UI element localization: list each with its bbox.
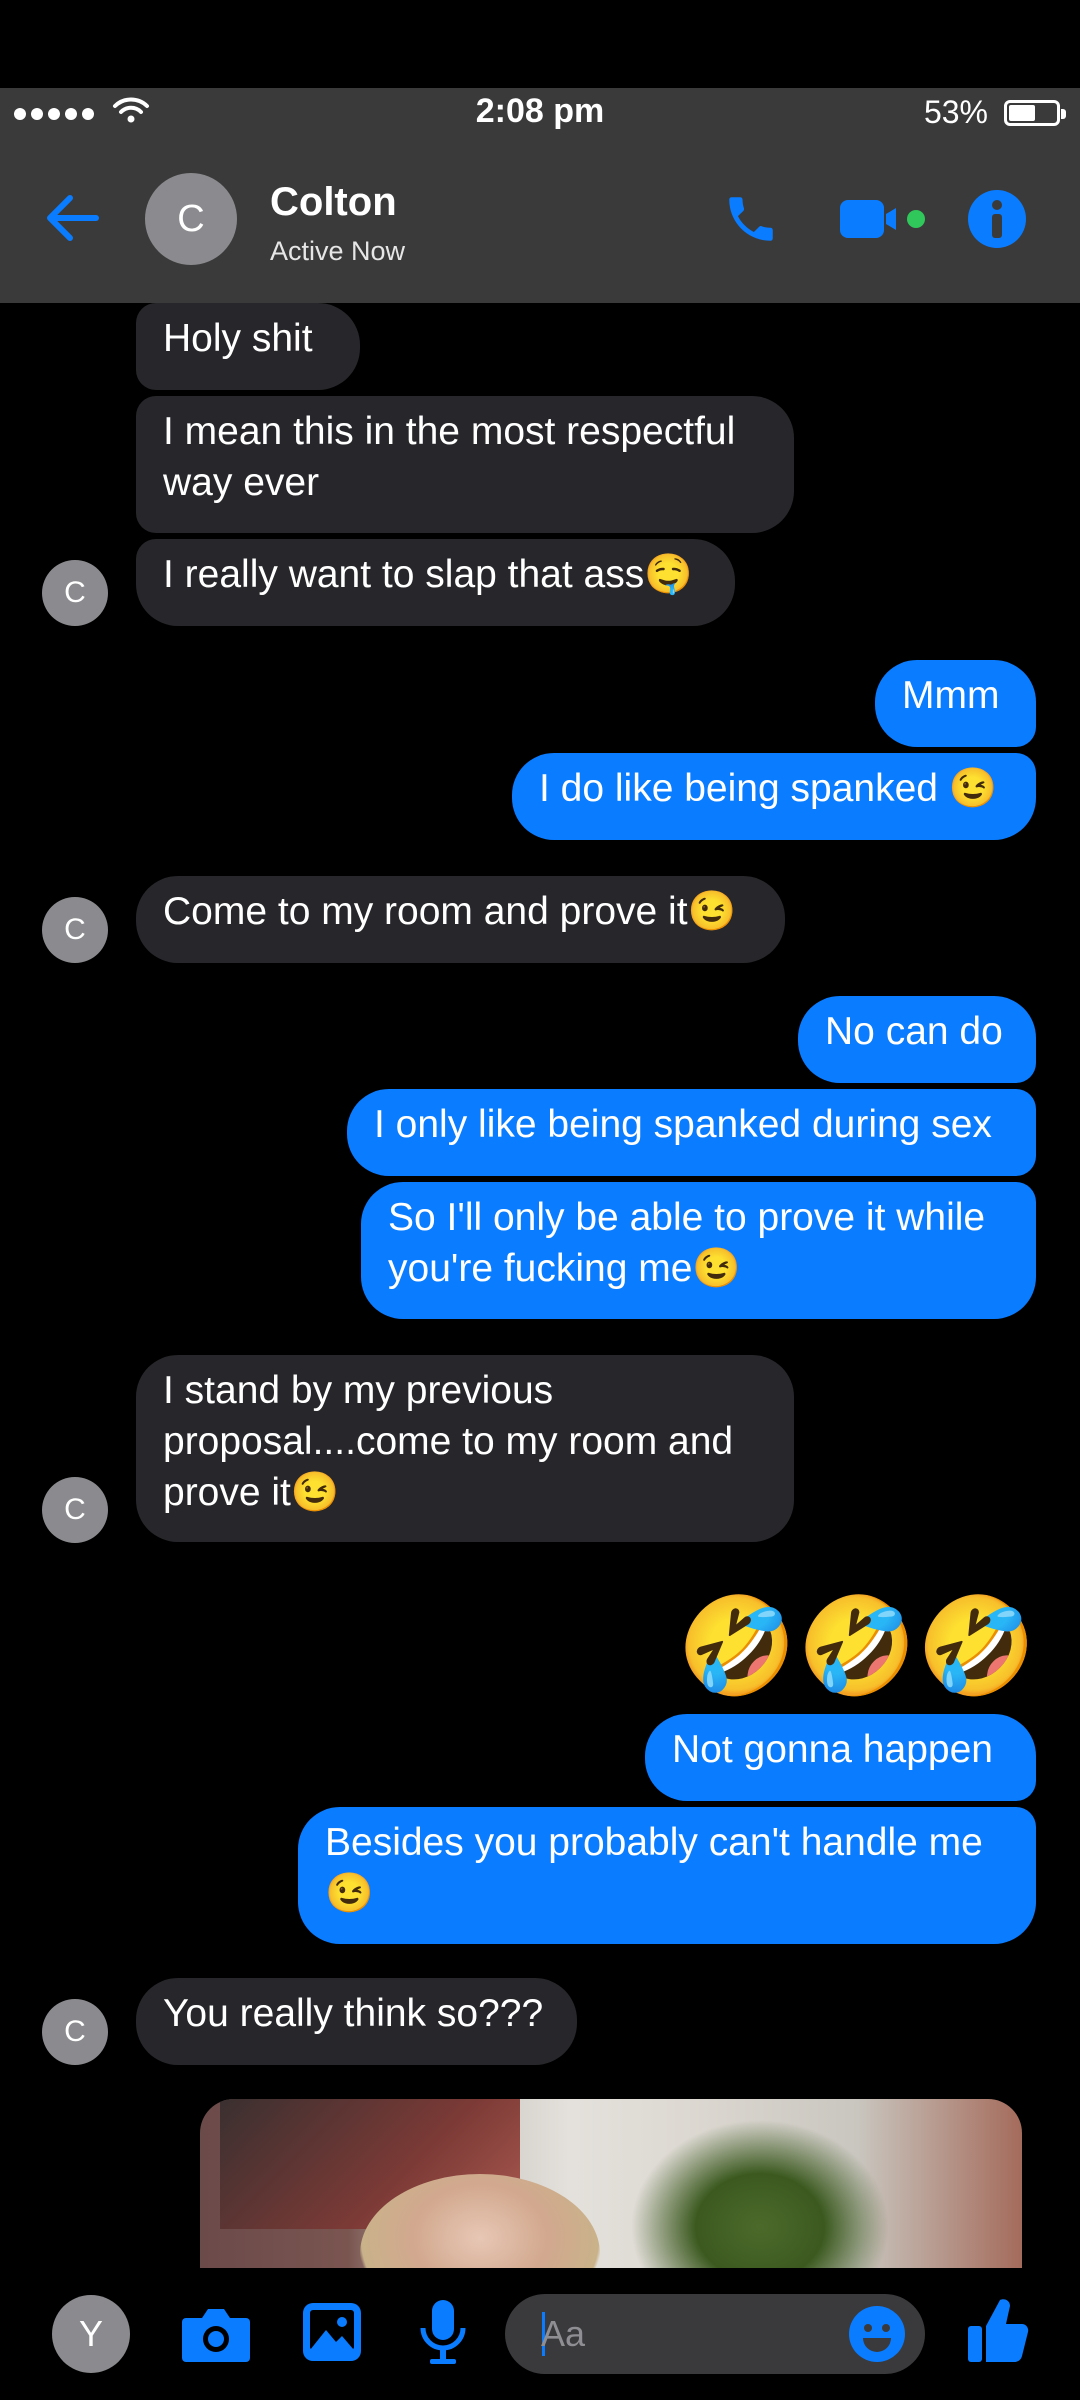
status-time: 2:08 pm <box>475 92 605 130</box>
photo-attachment[interactable] <box>200 2099 1022 2268</box>
incoming-message[interactable]: I stand by my previous proposal....come … <box>136 1355 794 1542</box>
outgoing-message[interactable]: Not gonna happen <box>645 1714 1036 1801</box>
outgoing-message[interactable]: Besides you probably can't handle me 😉 <box>298 1807 1036 1944</box>
composer-bar: Y <box>0 2268 1080 2400</box>
outgoing-message[interactable]: No can do <box>798 996 1036 1083</box>
sender-avatar[interactable]: C <box>42 1999 108 2065</box>
conversation-header: C Colton Active Now <box>0 138 1080 303</box>
message-input-field[interactable] <box>505 2294 925 2374</box>
outgoing-message[interactable]: So I'll only be able to prove it while y… <box>361 1182 1036 1319</box>
contact-name[interactable]: Colton <box>270 180 397 225</box>
camera-icon[interactable] <box>180 2304 252 2364</box>
top-black-band <box>0 0 1080 88</box>
sender-avatar[interactable]: C <box>42 1477 108 1543</box>
photo-plant <box>630 2119 890 2268</box>
video-camera-icon[interactable] <box>838 196 930 242</box>
incoming-message[interactable]: I really want to slap that ass🤤 <box>136 539 735 626</box>
outgoing-message[interactable]: I only like being spanked during sex <box>347 1089 1036 1176</box>
user-avatar[interactable]: Y <box>52 2295 130 2373</box>
emoji-icon[interactable] <box>847 2304 907 2364</box>
battery-percent: 53% <box>923 94 988 130</box>
gallery-icon[interactable] <box>300 2300 364 2364</box>
sender-avatar[interactable]: C <box>42 897 108 963</box>
contact-active-status: Active Now <box>270 236 406 266</box>
outgoing-message[interactable]: Mmm <box>875 660 1036 747</box>
microphone-icon[interactable] <box>418 2298 468 2366</box>
incoming-message[interactable]: You really think so??? <box>136 1978 577 2065</box>
message-thread[interactable]: Holy shit I mean this in the most respec… <box>0 303 1080 2268</box>
sender-avatar[interactable]: C <box>42 560 108 626</box>
emoji-message[interactable]: 🤣🤣🤣 <box>677 1592 1036 1702</box>
battery-icon <box>1004 100 1066 126</box>
phone-icon[interactable] <box>722 190 780 248</box>
thumbs-up-icon[interactable] <box>966 2296 1030 2366</box>
info-icon[interactable] <box>966 188 1028 250</box>
outgoing-message[interactable]: I do like being spanked 😉 <box>512 753 1036 840</box>
incoming-message[interactable]: I mean this in the most respectful way e… <box>136 396 794 533</box>
incoming-message[interactable]: Come to my room and prove it😉 <box>136 876 785 963</box>
message-input[interactable] <box>541 2306 841 2362</box>
back-arrow-icon[interactable] <box>42 190 102 246</box>
incoming-message[interactable]: Holy shit <box>136 303 360 390</box>
status-bar: 2:08 pm 53% <box>0 88 1080 138</box>
contact-avatar[interactable]: C <box>145 173 237 265</box>
